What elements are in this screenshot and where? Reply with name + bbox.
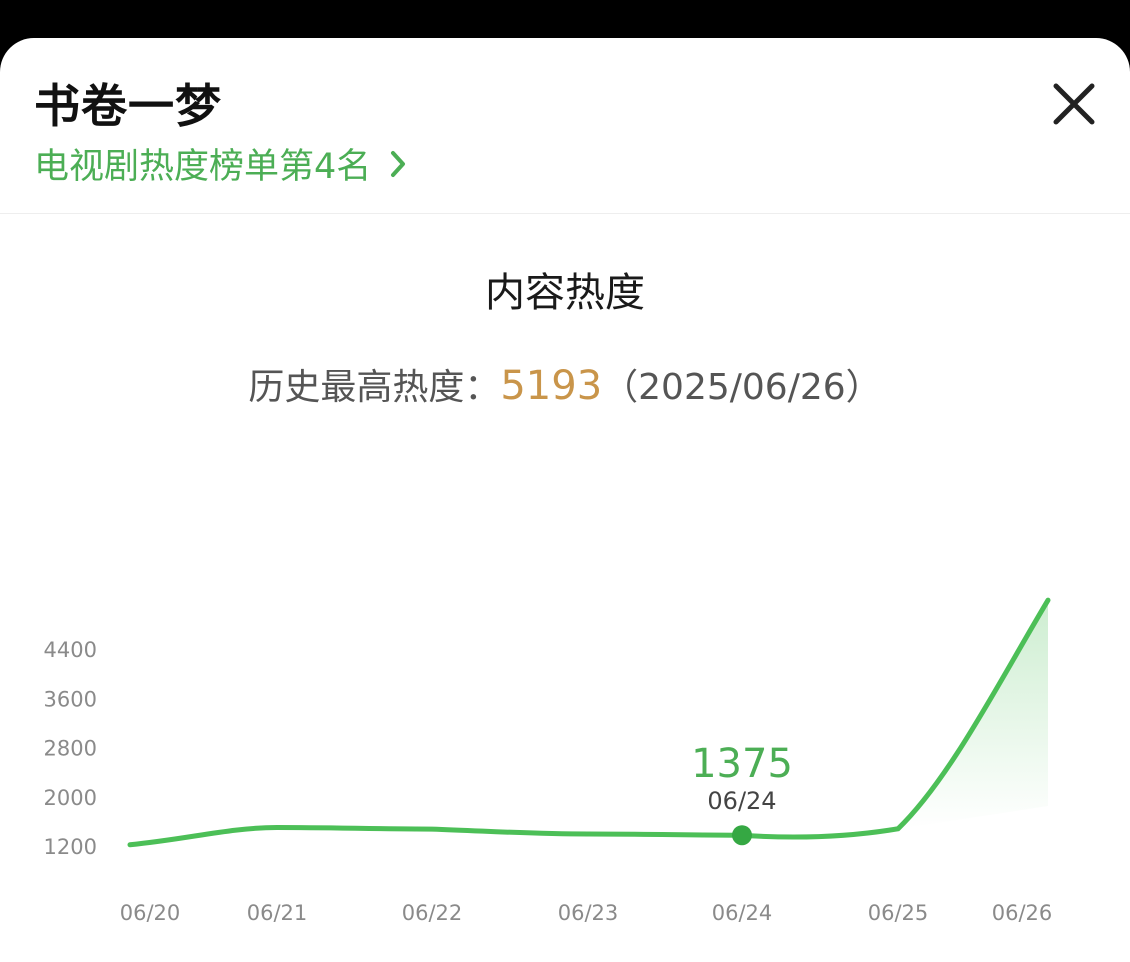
y-tick-label: 2000 xyxy=(44,786,97,810)
rank-link-label: 电视剧热度榜单第4名 xyxy=(34,147,372,187)
x-tick-label: 06/21 xyxy=(247,901,308,925)
highlight-point xyxy=(732,825,752,846)
rank-link[interactable]: 电视剧热度榜单第4名 xyxy=(34,138,411,189)
highlight-value-label: 1375 xyxy=(691,741,793,787)
peak-label: 历史最高热度： xyxy=(248,367,501,408)
y-tick-label: 1200 xyxy=(44,835,97,859)
x-tick-label: 06/26 xyxy=(992,901,1053,925)
peak-value: 5193 xyxy=(500,363,603,409)
close-icon xyxy=(1053,83,1095,125)
section-title: 内容热度 xyxy=(485,270,645,316)
header-divider xyxy=(0,213,1130,214)
chevron-right-icon xyxy=(385,148,411,180)
bottom-sheet: 书卷一梦 电视剧热度榜单第4名 内容热度 历史最高热度：5193（2025/06… xyxy=(0,38,1130,962)
x-tick-label: 06/24 xyxy=(712,901,773,925)
x-tick-label: 06/23 xyxy=(558,901,619,925)
y-tick-label: 2800 xyxy=(44,737,97,761)
x-tick-label: 06/25 xyxy=(868,901,929,925)
show-title: 书卷一梦 xyxy=(34,79,222,133)
heat-line-chart: 1200 2000 2800 3600 4400 06/20 06/21 06/22 06/23… xyxy=(44,597,1053,925)
x-tick-label: 06/20 xyxy=(120,901,181,925)
y-tick-label: 4400 xyxy=(44,638,97,662)
peak-heat: 历史最高热度：5193（2025/06/26） xyxy=(0,358,1130,410)
peak-date: （2025/06/26） xyxy=(602,367,882,408)
close-button[interactable] xyxy=(1050,80,1098,128)
y-tick-label: 3600 xyxy=(44,687,97,711)
highlight-date-label: 06/24 xyxy=(707,787,776,815)
sheet-header: 书卷一梦 电视剧热度榜单第4名 xyxy=(0,38,1130,213)
x-tick-label: 06/22 xyxy=(402,901,463,925)
heat-series-line xyxy=(127,597,1051,848)
